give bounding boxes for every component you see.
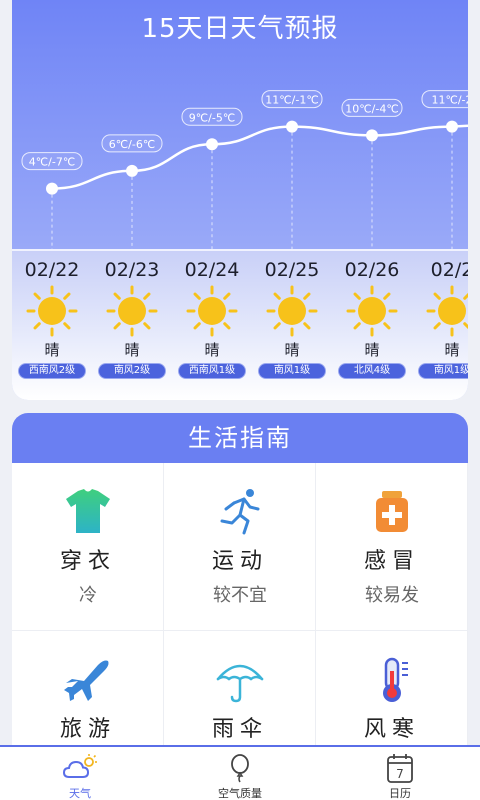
nav-label-air-quality: 空气质量 bbox=[218, 787, 262, 800]
guide-item-name: 穿衣 bbox=[59, 549, 116, 574]
sun-icon bbox=[266, 285, 318, 337]
day-date: 02/26 bbox=[344, 259, 400, 281]
day-column[interactable]: 02/22 晴西南风2级 bbox=[12, 251, 92, 400]
guide-item-name: 旅游 bbox=[59, 717, 116, 742]
guide-item-name: 运动 bbox=[211, 549, 268, 574]
wind-badge: 北风4级 bbox=[338, 363, 406, 379]
day-condition: 晴 bbox=[364, 341, 380, 359]
day-date: 02/24 bbox=[184, 259, 240, 281]
temperature-point bbox=[206, 138, 218, 151]
nav-label-weather: 天气 bbox=[69, 787, 91, 800]
guide-item-value: 较易发 bbox=[365, 585, 419, 606]
day-column[interactable]: 02/24 晴西南风1级 bbox=[172, 251, 252, 400]
day-date: 02/25 bbox=[264, 259, 320, 281]
guide-item[interactable]: 穿衣冷 bbox=[12, 463, 164, 631]
nav-item-air-quality[interactable]: 空气质量 bbox=[160, 747, 320, 800]
days-strip[interactable]: 02/22 晴西南风2级 02/23 晴南风2级 02/24 晴西南风1级 02/25 晴南风… bbox=[12, 251, 468, 400]
calendar-day-number: 7 bbox=[396, 767, 404, 781]
guide-item[interactable]: 风寒 bbox=[316, 631, 468, 753]
tshirt-icon bbox=[66, 489, 110, 533]
temperature-label: 6℃/-6℃ bbox=[101, 134, 163, 153]
weather-icon bbox=[62, 754, 97, 778]
temperature-curve bbox=[51, 124, 468, 190]
temperature-label: 11℃/-2 bbox=[421, 90, 468, 109]
running-icon bbox=[220, 489, 260, 535]
day-column[interactable]: 02/2 晴南风1级 bbox=[412, 251, 468, 400]
sun-icon bbox=[426, 285, 468, 337]
day-condition: 晴 bbox=[124, 341, 140, 359]
medicine-icon bbox=[376, 491, 408, 532]
temperature-point bbox=[366, 129, 378, 142]
day-condition: 晴 bbox=[44, 341, 60, 359]
day-condition: 晴 bbox=[204, 341, 220, 359]
sun-icon bbox=[26, 285, 78, 337]
guide-item-name: 雨伞 bbox=[211, 717, 268, 742]
wind-badge: 南风1级 bbox=[258, 363, 326, 379]
sun-icon bbox=[346, 285, 398, 337]
balloon-icon bbox=[231, 754, 249, 783]
day-date: 02/22 bbox=[24, 259, 80, 281]
temperature-label: 11℃/-1℃ bbox=[261, 90, 323, 109]
wind-badge: 南风2级 bbox=[98, 363, 166, 379]
temperature-point bbox=[286, 120, 298, 133]
guide-item[interactable]: 旅游 bbox=[12, 631, 164, 753]
temperature-label-text: 11℃/-1℃ bbox=[265, 94, 318, 107]
thermometer-icon bbox=[383, 657, 408, 702]
day-date: 02/2 bbox=[430, 259, 468, 281]
temperature-label-text: 6℃/-6℃ bbox=[109, 138, 155, 151]
day-column[interactable]: 02/23 晴南风2级 bbox=[92, 251, 172, 400]
sun-icon bbox=[106, 285, 158, 337]
guide-item-name: 感冒 bbox=[363, 549, 420, 574]
guide-item-value: 冷 bbox=[79, 585, 97, 606]
temperature-label: 9℃/-5℃ bbox=[181, 107, 243, 126]
guide-item[interactable]: 雨伞 bbox=[164, 631, 316, 753]
day-condition: 晴 bbox=[444, 341, 460, 359]
airplane-icon bbox=[64, 660, 109, 701]
wind-badge: 西南风1级 bbox=[178, 363, 246, 379]
sun-icon bbox=[186, 285, 238, 337]
temperature-chart: 4℃/-7℃ 6℃/-6℃ 9℃/-5℃ 11℃/-1℃ 10℃/-4℃ 11℃/-2 bbox=[21, 90, 468, 249]
temperature-label-text: 11℃/-2 bbox=[431, 94, 468, 107]
guide-item-value: 较不宜 bbox=[213, 585, 267, 606]
day-column[interactable]: 02/26 晴北风4级 bbox=[332, 251, 412, 400]
nav-item-calendar[interactable]: 7 日历 bbox=[320, 747, 480, 800]
temperature-label-text: 9℃/-5℃ bbox=[189, 111, 235, 124]
day-date: 02/23 bbox=[104, 259, 160, 281]
guide-item[interactable]: 运动 较不宜 bbox=[164, 463, 316, 631]
wind-badge: 西南风2级 bbox=[18, 363, 86, 379]
day-condition: 晴 bbox=[284, 341, 300, 359]
wind-badge: 南风1级 bbox=[418, 363, 468, 379]
nav-item-weather[interactable]: 天气 bbox=[0, 747, 160, 800]
temperature-label-text: 10℃/-4℃ bbox=[345, 102, 398, 115]
nav-label-calendar: 日历 bbox=[389, 787, 411, 800]
temperature-label: 10℃/-4℃ bbox=[341, 98, 403, 117]
calendar-icon: 7 bbox=[387, 754, 413, 783]
life-guide-card: 生活指南 穿衣冷运动 较不宜 感冒 较易发 旅游 雨伞 风寒 bbox=[12, 413, 468, 753]
guide-item[interactable]: 感冒 较易发 bbox=[316, 463, 468, 631]
forecast-card: 15天日天气预报 4℃/-7℃ 6℃/-6℃ 9℃/-5℃ 11℃/-1℃ 10℃/-4… bbox=[12, 0, 468, 400]
life-guide-title: 生活指南 bbox=[12, 413, 468, 463]
bottom-nav: 天气 空气质量 7 日历 bbox=[0, 745, 480, 800]
day-column[interactable]: 02/25 晴南风1级 bbox=[252, 251, 332, 400]
temperature-label-text: 4℃/-7℃ bbox=[29, 156, 75, 169]
temperature-point bbox=[46, 182, 58, 195]
temperature-point bbox=[126, 164, 138, 177]
guide-item-name: 风寒 bbox=[363, 717, 420, 742]
umbrella-icon bbox=[216, 664, 264, 703]
temperature-point bbox=[446, 120, 458, 133]
temperature-label: 4℃/-7℃ bbox=[21, 152, 83, 171]
